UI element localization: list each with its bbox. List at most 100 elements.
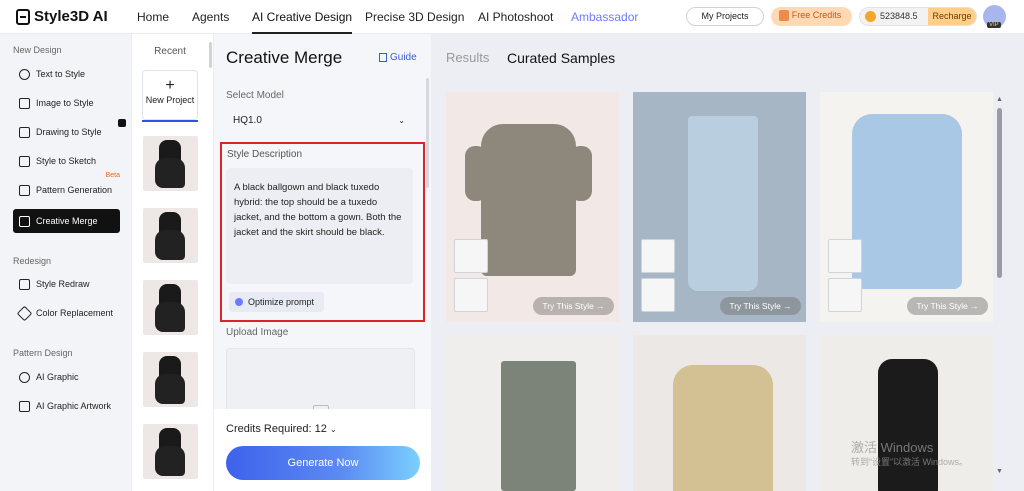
generate-now-button[interactable]: Generate Now xyxy=(226,446,420,480)
upload-image-dropzone[interactable] xyxy=(226,348,415,418)
magic-wand-icon xyxy=(235,298,243,306)
nav-home[interactable]: Home xyxy=(137,0,169,34)
try-this-style-button[interactable]: Try This Style → xyxy=(720,297,801,315)
sample-card[interactable] xyxy=(446,335,619,491)
recent-scrollbar[interactable] xyxy=(209,42,212,68)
source-thumbnail[interactable] xyxy=(641,278,675,312)
sample-card[interactable] xyxy=(633,335,806,491)
sidebar-item-label: AI Graphic Artwork xyxy=(36,401,112,411)
skirt-image xyxy=(673,365,773,491)
recent-thumbnail[interactable] xyxy=(143,280,198,335)
credits-required[interactable]: Credits Required: 12 ⌄ xyxy=(226,423,337,435)
try-this-style-button[interactable]: Try This Style → xyxy=(907,297,988,315)
recent-thumbnail[interactable] xyxy=(143,208,198,263)
chevron-down-icon: ⌄ xyxy=(329,425,337,434)
scrollbar-thumb[interactable] xyxy=(997,108,1002,278)
tab-curated-samples[interactable]: Curated Samples xyxy=(507,50,615,66)
results-panel: Results Curated Samples Try This Style →… xyxy=(431,34,1024,491)
image-icon xyxy=(19,97,30,109)
source-thumbnail[interactable] xyxy=(454,278,488,312)
new-project-button[interactable]: + New Project xyxy=(142,70,198,120)
sidebar-item-text-to-style[interactable]: Text to Style xyxy=(13,62,120,86)
form-footer: Credits Required: 12 ⌄ Generate Now xyxy=(214,409,432,491)
tuxedo-dress-image xyxy=(878,359,938,491)
upload-image-label: Upload Image xyxy=(226,327,289,338)
dress-image xyxy=(155,284,185,332)
style-description-input[interactable]: A black ballgown and black tuxedo hybrid… xyxy=(226,168,413,284)
select-model-label: Select Model xyxy=(226,90,284,101)
chevron-down-icon: ⌄ xyxy=(398,116,405,125)
optimize-prompt-button[interactable]: Optimize prompt xyxy=(229,292,324,312)
sidebar: New Design Text to Style Image to Style … xyxy=(0,34,131,491)
merge-icon xyxy=(19,215,30,227)
sidebar-item-style-redraw[interactable]: Style Redraw xyxy=(13,272,120,296)
style-description-section: Style Description A black ballgown and b… xyxy=(220,142,425,322)
graphic-icon xyxy=(19,371,30,383)
results-scrollbar[interactable]: ▲ ▼ xyxy=(996,96,1003,476)
dress-image xyxy=(155,356,185,404)
source-thumbnail[interactable] xyxy=(641,239,675,273)
sample-card[interactable]: Try This Style → xyxy=(633,92,806,322)
sidebar-item-drawing-to-style[interactable]: Drawing to Style xyxy=(13,120,120,144)
active-indicator xyxy=(142,120,198,122)
form-scrollbar[interactable] xyxy=(426,78,429,188)
vip-badge: VIP xyxy=(987,22,1001,28)
color-fill-icon xyxy=(16,305,33,321)
creative-merge-form: Creative Merge Guide Select Model HQ1.0 … xyxy=(213,34,432,491)
recent-thumbnail[interactable] xyxy=(143,424,198,479)
tab-results[interactable]: Results xyxy=(446,50,489,65)
nav-precise-3d-design[interactable]: Precise 3D Design xyxy=(365,0,464,34)
sidebar-item-ai-graphic-artwork[interactable]: AI Graphic Artwork xyxy=(13,394,120,418)
recharge-button[interactable]: Recharge xyxy=(928,8,976,25)
new-project-label: New Project xyxy=(145,95,195,105)
try-this-style-button[interactable]: Try This Style → xyxy=(533,297,614,315)
gift-icon xyxy=(779,10,789,21)
nav-ambassador[interactable]: Ambassador xyxy=(571,0,638,34)
nav-ai-photoshoot[interactable]: AI Photoshoot xyxy=(478,0,553,34)
recent-panel: Recent + New Project xyxy=(131,34,213,491)
source-thumbnail[interactable] xyxy=(454,239,488,273)
sidebar-item-style-to-sketch[interactable]: Style to Sketch xyxy=(13,149,120,173)
section-pattern-design: Pattern Design xyxy=(13,348,73,358)
scroll-up-icon[interactable]: ▲ xyxy=(996,96,1003,103)
sidebar-item-color-replacement[interactable]: Color Replacement xyxy=(13,301,120,325)
my-projects-button[interactable]: My Projects xyxy=(686,7,764,26)
sidebar-item-creative-merge[interactable]: Creative Merge xyxy=(13,209,120,233)
sketch-icon xyxy=(19,155,30,167)
avatar[interactable]: VIP xyxy=(983,5,1006,28)
style-description-label: Style Description xyxy=(227,149,303,160)
sidebar-item-label: Drawing to Style xyxy=(36,127,102,137)
section-new-design: New Design xyxy=(13,45,62,55)
guide-link[interactable]: Guide xyxy=(379,52,417,63)
nav-ai-creative-design[interactable]: AI Creative Design xyxy=(252,0,353,34)
book-icon xyxy=(379,53,387,62)
sample-card[interactable]: Try This Style → xyxy=(446,92,619,322)
model-value: HQ1.0 xyxy=(233,115,262,126)
artwork-icon xyxy=(19,400,30,412)
source-thumbnail[interactable] xyxy=(828,278,862,312)
redraw-icon xyxy=(19,278,30,290)
credits-required-label: Credits Required: 12 xyxy=(226,423,327,435)
logo-icon xyxy=(16,8,30,25)
model-select[interactable]: HQ1.0 ⌄ xyxy=(226,109,415,133)
logo-text: Style3D AI xyxy=(34,8,108,25)
cargo-pants-image xyxy=(501,361,576,491)
coin-icon xyxy=(865,11,876,22)
shirt-image xyxy=(852,114,962,289)
text-style-icon xyxy=(19,68,30,80)
scroll-down-icon[interactable]: ▼ xyxy=(996,468,1003,475)
recent-thumbnail[interactable] xyxy=(143,352,198,407)
credits-balance: 523848.5 Recharge xyxy=(859,7,977,26)
sidebar-item-image-to-style[interactable]: Image to Style xyxy=(13,91,120,115)
page-title: Creative Merge xyxy=(226,48,343,67)
windows-activation-watermark: 激活 Windows xyxy=(851,440,934,455)
sidebar-item-pattern-generation[interactable]: Pattern Generation Beta xyxy=(13,172,120,202)
blazer-image xyxy=(465,124,592,276)
sample-card[interactable]: Try This Style → xyxy=(820,92,993,322)
sidebar-item-ai-graphic[interactable]: AI Graphic xyxy=(13,365,120,389)
source-thumbnail[interactable] xyxy=(828,239,862,273)
nav-agents[interactable]: Agents xyxy=(192,0,229,34)
free-credits-button[interactable]: Free Credits xyxy=(771,7,852,26)
logo[interactable]: Style3D AI xyxy=(16,8,108,25)
recent-thumbnail[interactable] xyxy=(143,136,198,191)
